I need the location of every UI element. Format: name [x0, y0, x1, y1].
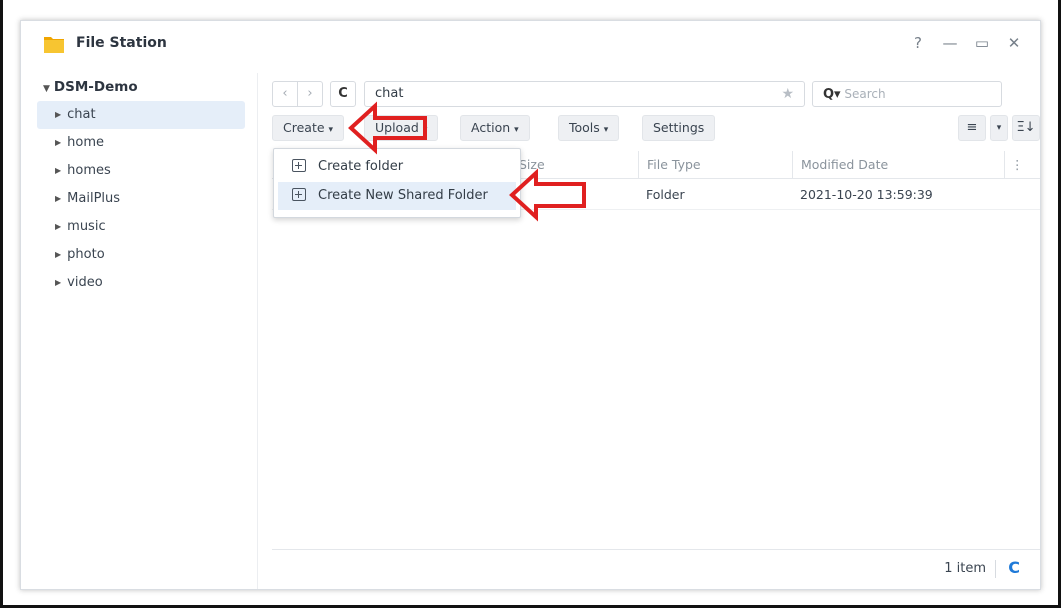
caret-right-icon: ▶ — [55, 166, 62, 175]
sidebar-item-music[interactable]: ▶ music — [37, 213, 245, 241]
sidebar-item-photo[interactable]: ▶ photo — [37, 241, 245, 269]
sidebar-item-chat[interactable]: ▶ chat — [37, 101, 245, 129]
caret-right-icon: ▶ — [55, 110, 62, 119]
view-controls: ≡ ▾ Ξ↓ — [958, 115, 1040, 141]
create-label: Create — [283, 120, 325, 135]
caret-right-icon: ▶ — [55, 222, 62, 231]
sidebar-item-label: home — [67, 135, 105, 150]
sidebar-item-mailplus[interactable]: ▶ MailPlus — [37, 185, 245, 213]
column-header-file-type[interactable]: File Type — [638, 151, 792, 179]
caret-down-icon: ▼ — [43, 84, 50, 94]
tree-root-dsm-demo[interactable]: ▼ DSM-Demo — [43, 79, 138, 95]
folder-tree-sidebar: ▼ DSM-Demo ▶ chat ▶ home ▶ homes ▶ MailPlus ▶… — [21, 73, 257, 589]
view-dropdown-icon[interactable]: ▾ — [990, 115, 1008, 141]
path-text: chat — [375, 86, 404, 101]
star-icon[interactable]: ★ — [781, 82, 794, 106]
sort-icon[interactable]: Ξ↓ — [1012, 115, 1040, 141]
sidebar-item-label: chat — [67, 107, 96, 122]
close-icon[interactable]: ✕ — [1006, 35, 1022, 51]
search-icon[interactable]: Q▾ — [823, 87, 841, 102]
annotation-arrow-left-icon — [509, 168, 586, 222]
action-button[interactable]: Action ▾ — [460, 115, 530, 141]
item-count: 1 item — [944, 561, 986, 576]
menu-item-label: Create folder — [318, 159, 404, 174]
tools-label: Tools — [569, 120, 600, 135]
minimize-icon[interactable]: — — [942, 35, 958, 51]
create-button[interactable]: Create ▾ — [272, 115, 345, 141]
action-label: Action — [471, 120, 511, 135]
sidebar-item-label: photo — [67, 247, 105, 262]
sidebar-item-label: video — [67, 275, 103, 290]
window-controls: ? — ▭ ✕ — [910, 35, 1022, 51]
column-options-icon[interactable]: ⋮ — [1004, 151, 1024, 179]
sidebar-item-home[interactable]: ▶ home — [37, 129, 245, 157]
chevron-down-icon: ▾ — [514, 125, 519, 135]
title-bar: File Station ? — ▭ ✕ — [21, 21, 1040, 69]
sidebar-item-video[interactable]: ▶ video — [37, 269, 245, 297]
sidebar-item-label: music — [67, 219, 106, 234]
sidebar-item-label: homes — [67, 163, 111, 178]
caret-right-icon: ▶ — [55, 194, 62, 203]
forward-button[interactable]: › — [297, 81, 323, 107]
tree-root-label: DSM-Demo — [53, 79, 138, 95]
tools-button[interactable]: Tools ▾ — [558, 115, 620, 141]
sidebar-item-label: MailPlus — [67, 191, 121, 206]
list-view-icon[interactable]: ≡ — [958, 115, 986, 141]
sidebar-item-homes[interactable]: ▶ homes — [37, 157, 245, 185]
app-title: File Station — [76, 35, 167, 51]
menu-item-create-shared-folder[interactable]: Create New Shared Folder — [278, 182, 516, 210]
search-input[interactable]: Q▾ Search — [812, 81, 1002, 107]
refresh-icon[interactable]: C — [1008, 558, 1020, 577]
divider — [995, 560, 996, 578]
caret-right-icon: ▶ — [55, 138, 62, 147]
cell-modified-date: 2021-10-20 13:59:39 — [800, 187, 933, 202]
cell-file-type: Folder — [646, 187, 685, 202]
help-icon[interactable]: ? — [910, 35, 926, 51]
caret-right-icon: ▶ — [55, 278, 62, 287]
settings-button[interactable]: Settings — [642, 115, 716, 141]
folder-plus-icon — [292, 188, 306, 201]
chevron-down-icon: ▾ — [328, 125, 334, 135]
folder-plus-icon — [292, 159, 306, 172]
folder-app-icon — [44, 37, 64, 53]
maximize-icon[interactable]: ▭ — [974, 35, 990, 51]
file-station-window: File Station ? — ▭ ✕ ▼ DSM-Demo ▶ chat ▶ ho… — [20, 20, 1041, 590]
search-placeholder: Search — [844, 87, 886, 101]
status-bar: 1 item C — [272, 549, 1040, 589]
annotation-arrow-left-icon — [348, 101, 427, 155]
menu-item-label: Create New Shared Folder — [318, 188, 488, 203]
chevron-down-icon: ▾ — [603, 125, 609, 135]
caret-right-icon: ▶ — [55, 250, 62, 259]
column-header-modified-date[interactable]: Modified Date — [792, 151, 1004, 179]
back-button[interactable]: ‹ — [272, 81, 298, 107]
